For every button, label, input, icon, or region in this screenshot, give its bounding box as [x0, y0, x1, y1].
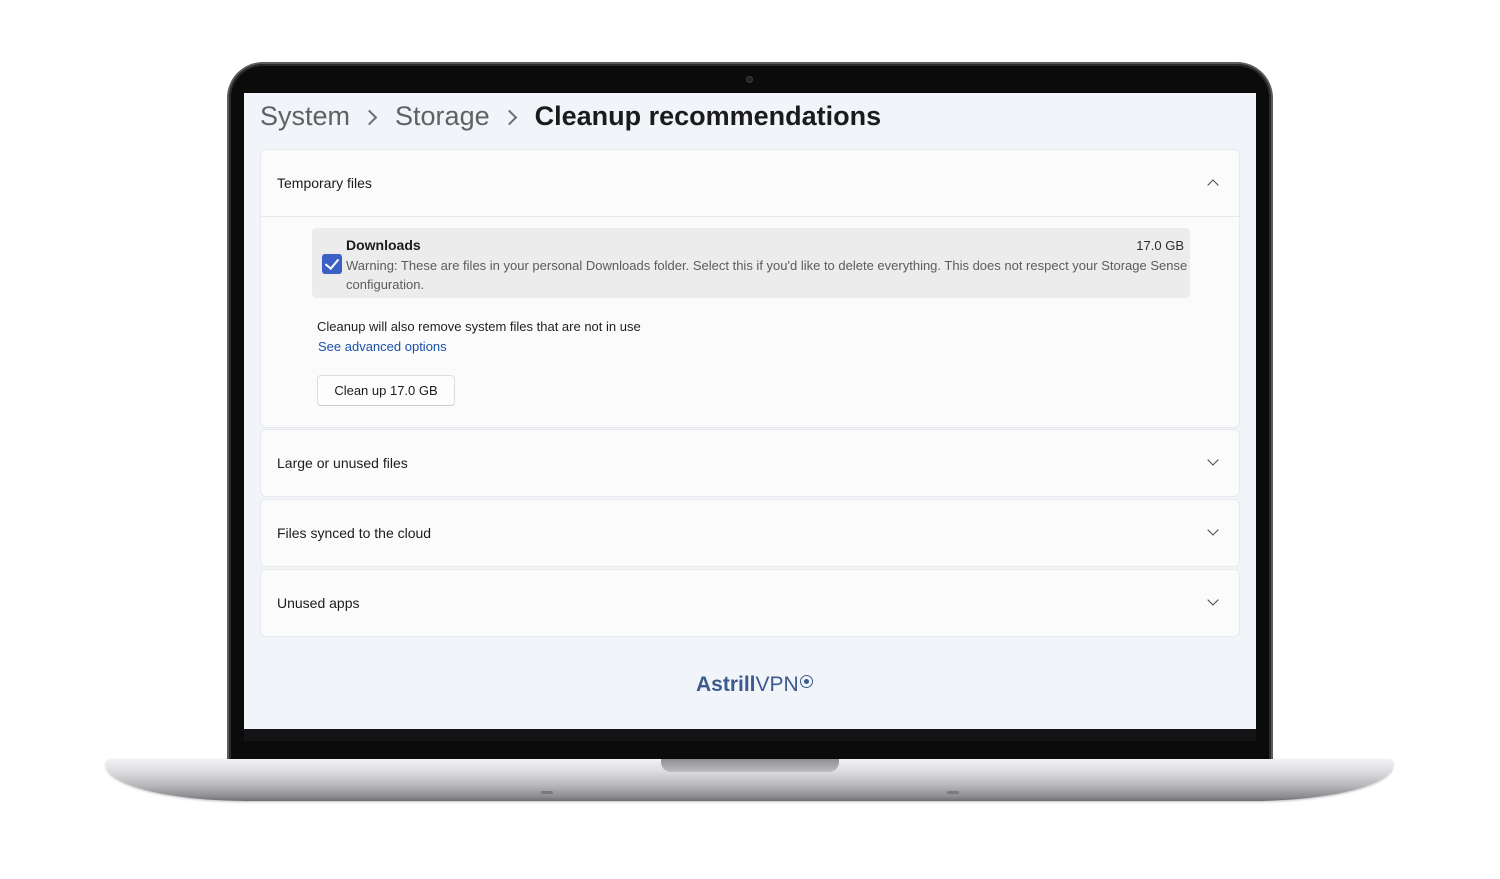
laptop-mockup: System Storage Cleanup recommendations T… [0, 0, 1500, 879]
section-title: Unused apps [277, 595, 360, 611]
section-title: Files synced to the cloud [277, 525, 432, 541]
chevron-up-icon[interactable] [1207, 179, 1219, 191]
chevron-down-icon[interactable] [1207, 594, 1219, 606]
logo-text-vpn: VPN [755, 673, 799, 696]
downloads-item[interactable]: Downloads 17.0 GB Warning: These are fil… [312, 228, 1190, 298]
chevron-down-icon[interactable] [1207, 454, 1219, 466]
settings-window: System Storage Cleanup recommendations T… [244, 93, 1256, 729]
large-unused-files-section[interactable]: Large or unused files [260, 429, 1240, 497]
temporary-files-body: Downloads 17.0 GB Warning: These are fil… [261, 216, 1239, 426]
downloads-checkbox[interactable] [322, 254, 342, 274]
laptop-foot [947, 791, 959, 794]
page-title: Cleanup recommendations [534, 100, 882, 131]
temporary-files-header[interactable]: Temporary files [261, 150, 1239, 216]
cloud-files-section[interactable]: Files synced to the cloud [260, 499, 1240, 567]
logo-text-astrill: Astrill [696, 673, 756, 696]
cloud-files-header[interactable]: Files synced to the cloud [261, 500, 1239, 566]
temporary-files-section: Temporary files Downloads 17.0 GB Warnin… [260, 149, 1240, 428]
section-title: Large or unused files [277, 455, 408, 471]
downloads-size: 17.0 GB [1136, 238, 1184, 253]
chevron-down-icon[interactable] [1207, 524, 1219, 536]
system-files-note: Cleanup will also remove system files th… [317, 319, 641, 334]
camera-icon [746, 76, 753, 83]
section-title: Temporary files [277, 175, 372, 191]
downloads-title: Downloads [346, 237, 421, 253]
registered-mark-icon [799, 675, 813, 688]
unused-apps-section[interactable]: Unused apps [260, 569, 1240, 637]
chevron-right-icon [501, 109, 517, 125]
checkmark-icon [324, 254, 340, 271]
downloads-warning: Warning: These are files in your persona… [346, 258, 1188, 292]
breadcrumb-storage[interactable]: Storage [395, 101, 490, 132]
breadcrumb: System Storage Cleanup recommendations [260, 97, 881, 135]
laptop-foot [541, 791, 553, 794]
chevron-right-icon [361, 109, 378, 125]
unused-apps-header[interactable]: Unused apps [261, 570, 1239, 636]
clean-up-button[interactable]: Clean up 17.0 GB [317, 375, 455, 406]
bezel-bottom [244, 729, 1256, 741]
astrillvpn-logo: Astrill VPN [696, 673, 813, 701]
large-unused-files-header[interactable]: Large or unused files [261, 430, 1239, 496]
see-advanced-options-link[interactable]: See advanced options [318, 339, 447, 354]
breadcrumb-system[interactable]: System [260, 101, 350, 132]
laptop-opening-notch [661, 759, 839, 772]
